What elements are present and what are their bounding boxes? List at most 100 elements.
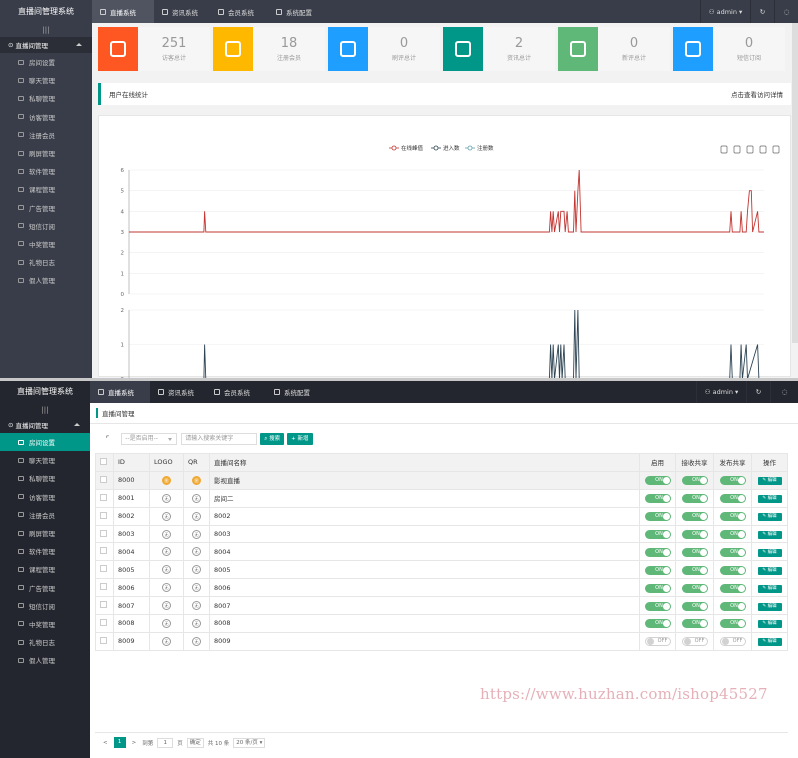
stat-card[interactable]: 18 注册会员 bbox=[213, 27, 325, 71]
sidebar-item[interactable]: 注册会员 bbox=[0, 506, 90, 524]
sidebar-item[interactable]: 假人管理 bbox=[0, 271, 92, 289]
publish-share-toggle[interactable]: ON bbox=[719, 512, 746, 522]
sidebar-item[interactable]: 私聊管理 bbox=[0, 469, 90, 487]
edit-button[interactable]: ✎ 编辑 bbox=[757, 620, 782, 629]
sidebar-item[interactable]: 短信订阅 bbox=[0, 217, 92, 235]
tab-news-system[interactable]: 资讯系统 bbox=[154, 0, 210, 23]
current-page[interactable]: 1 bbox=[113, 737, 126, 748]
logo-badge[interactable]: 无 bbox=[162, 636, 171, 646]
table-row[interactable]: 8000 图图影视直播 ON ON ON ✎ 编辑 bbox=[95, 470, 788, 490]
sidebar-item[interactable]: 假人管理 bbox=[0, 651, 90, 669]
tab-live-system[interactable]: 直播系统 bbox=[92, 0, 154, 23]
qr-badge[interactable]: 无 bbox=[192, 601, 201, 611]
row-checkbox[interactable] bbox=[95, 470, 114, 490]
sidebar-item[interactable]: 短信订阅 bbox=[0, 597, 90, 615]
page-size-select[interactable]: 20 条/页 ▾ bbox=[233, 737, 266, 748]
receive-share-toggle[interactable]: ON bbox=[681, 530, 708, 539]
enable-toggle[interactable]: ON bbox=[644, 565, 671, 575]
sidebar-item[interactable]: 中奖管理 bbox=[0, 615, 90, 633]
logo-badge[interactable]: 无 bbox=[162, 618, 171, 628]
sidebar-item[interactable]: 聊天管理 bbox=[0, 71, 92, 89]
publish-share-toggle[interactable]: OFF bbox=[719, 637, 746, 647]
logo-badge[interactable]: 无 bbox=[162, 583, 171, 593]
tab-system-config[interactable]: 系统配置 bbox=[266, 381, 326, 403]
publish-share-toggle[interactable]: ON bbox=[719, 601, 746, 611]
row-checkbox[interactable] bbox=[95, 614, 114, 633]
table-row[interactable]: 8009 无 无 8009 OFF OFF OFF ✎ 编辑 bbox=[95, 631, 788, 651]
row-checkbox[interactable] bbox=[95, 560, 114, 580]
row-checkbox[interactable] bbox=[95, 524, 114, 544]
table-row[interactable]: 8004 无 无 8004 ON ON ON ✎ 编辑 bbox=[95, 542, 788, 562]
enable-toggle[interactable]: ON bbox=[644, 601, 671, 611]
edit-button[interactable]: ✎ 编辑 bbox=[757, 638, 782, 647]
table-row[interactable]: 8003 无 无 8003 ON ON ON ✎ 编辑 bbox=[95, 524, 788, 544]
logo-badge[interactable]: 无 bbox=[162, 493, 171, 503]
stat-card[interactable]: 0 新评总计 bbox=[558, 27, 670, 71]
receive-share-toggle[interactable]: ON bbox=[681, 547, 708, 557]
tab-live-system[interactable]: 直播系统 bbox=[90, 381, 150, 403]
sidebar-item[interactable]: 访客管理 bbox=[0, 108, 92, 126]
refresh-icon[interactable]: ↻ bbox=[746, 381, 770, 403]
edit-button[interactable]: ✎ 编辑 bbox=[757, 548, 782, 557]
enable-toggle[interactable]: ON bbox=[644, 494, 671, 504]
logo-badge[interactable]: 无 bbox=[162, 601, 171, 611]
logo-badge[interactable]: 无 bbox=[162, 565, 171, 575]
qr-badge[interactable]: 图 bbox=[192, 475, 201, 485]
receive-share-toggle[interactable]: ON bbox=[681, 619, 708, 629]
receive-share-toggle[interactable]: OFF bbox=[681, 637, 708, 647]
publish-share-toggle[interactable]: ON bbox=[719, 583, 746, 593]
table-row[interactable]: 8001 无无房间二 ON ON ON ✎ 编辑 bbox=[95, 488, 788, 508]
publish-share-toggle[interactable]: ON bbox=[719, 619, 746, 629]
logo-badge[interactable]: 无 bbox=[162, 529, 171, 539]
sidebar-item[interactable]: 广告管理 bbox=[0, 579, 90, 597]
qr-badge[interactable]: 无 bbox=[192, 547, 201, 557]
prev-page-button[interactable]: < bbox=[103, 740, 108, 746]
edit-button[interactable]: ✎ 编辑 bbox=[757, 584, 782, 593]
enable-toggle[interactable]: OFF bbox=[644, 637, 671, 647]
table-row[interactable]: 8008 无 无 8008 ON ON ON ✎ 编辑 bbox=[95, 614, 788, 633]
qr-badge[interactable]: 无 bbox=[192, 493, 201, 503]
qr-badge[interactable]: 无 bbox=[192, 636, 201, 646]
stat-card[interactable]: 0 短信订阅 bbox=[673, 27, 785, 71]
row-checkbox[interactable] bbox=[95, 506, 114, 526]
edit-button[interactable]: ✎ 编辑 bbox=[757, 495, 782, 504]
tab-member-system[interactable]: 会员系统 bbox=[206, 381, 264, 403]
page-input[interactable]: 1 bbox=[157, 737, 174, 748]
enable-toggle[interactable]: ON bbox=[644, 583, 671, 593]
qr-badge[interactable]: 无 bbox=[192, 529, 201, 539]
publish-share-toggle[interactable]: ON bbox=[719, 547, 746, 557]
logo-badge[interactable]: 无 bbox=[162, 511, 171, 521]
sidebar-item[interactable]: 软件管理 bbox=[0, 162, 92, 180]
table-row[interactable]: 8007 无 无 8007 ON ON ON ✎ 编辑 bbox=[95, 596, 788, 616]
sidebar-toggle-icon[interactable]: ||| bbox=[0, 403, 90, 417]
stat-card[interactable]: 2 资讯总计 bbox=[443, 27, 555, 71]
user-menu[interactable]: ⚇ admin ▾ bbox=[696, 381, 746, 403]
enable-filter-select[interactable]: --是否启用-- bbox=[121, 433, 178, 445]
enable-toggle[interactable]: ON bbox=[644, 547, 671, 557]
next-page-button[interactable]: > bbox=[132, 740, 137, 746]
row-checkbox[interactable] bbox=[95, 631, 114, 651]
qr-badge[interactable]: 无 bbox=[192, 565, 201, 575]
qr-badge[interactable]: 无 bbox=[192, 618, 201, 628]
stat-card[interactable]: 251 访客总计 bbox=[98, 27, 210, 71]
sidebar-item[interactable]: 礼物日志 bbox=[0, 633, 90, 651]
sidebar-item[interactable]: 刷屏管理 bbox=[0, 524, 90, 542]
search-input[interactable]: 请输入搜索关键字 bbox=[181, 433, 258, 445]
refresh-icon[interactable]: ↻ bbox=[750, 0, 774, 23]
edit-button[interactable]: ✎ 编辑 bbox=[757, 566, 782, 575]
sidebar-item[interactable]: 房间设置 bbox=[0, 433, 90, 452]
enable-toggle[interactable]: ON bbox=[644, 530, 671, 539]
view-details-link[interactable]: 点击查看访问详情 bbox=[731, 89, 783, 99]
theme-icon[interactable]: ◌ bbox=[770, 381, 798, 403]
tab-system-config[interactable]: 系统配置 bbox=[268, 0, 328, 23]
table-row[interactable]: 8002 无 无 8002 ON ON ON ✎ 编辑 bbox=[95, 506, 788, 526]
publish-share-toggle[interactable]: ON bbox=[719, 530, 746, 539]
sidebar-item[interactable]: 刷屏管理 bbox=[0, 144, 92, 162]
enable-toggle[interactable]: ON bbox=[644, 512, 671, 522]
sidebar-group[interactable]: ⊙ 直播间管理 bbox=[0, 417, 90, 433]
tab-member-system[interactable]: 会员系统 bbox=[210, 0, 266, 23]
edit-button[interactable]: ✎ 编辑 bbox=[757, 513, 782, 522]
sidebar-toggle-icon[interactable]: ||| bbox=[0, 23, 92, 37]
page-scrollbar[interactable] bbox=[792, 23, 798, 343]
sidebar-item[interactable]: 课程管理 bbox=[0, 560, 90, 578]
